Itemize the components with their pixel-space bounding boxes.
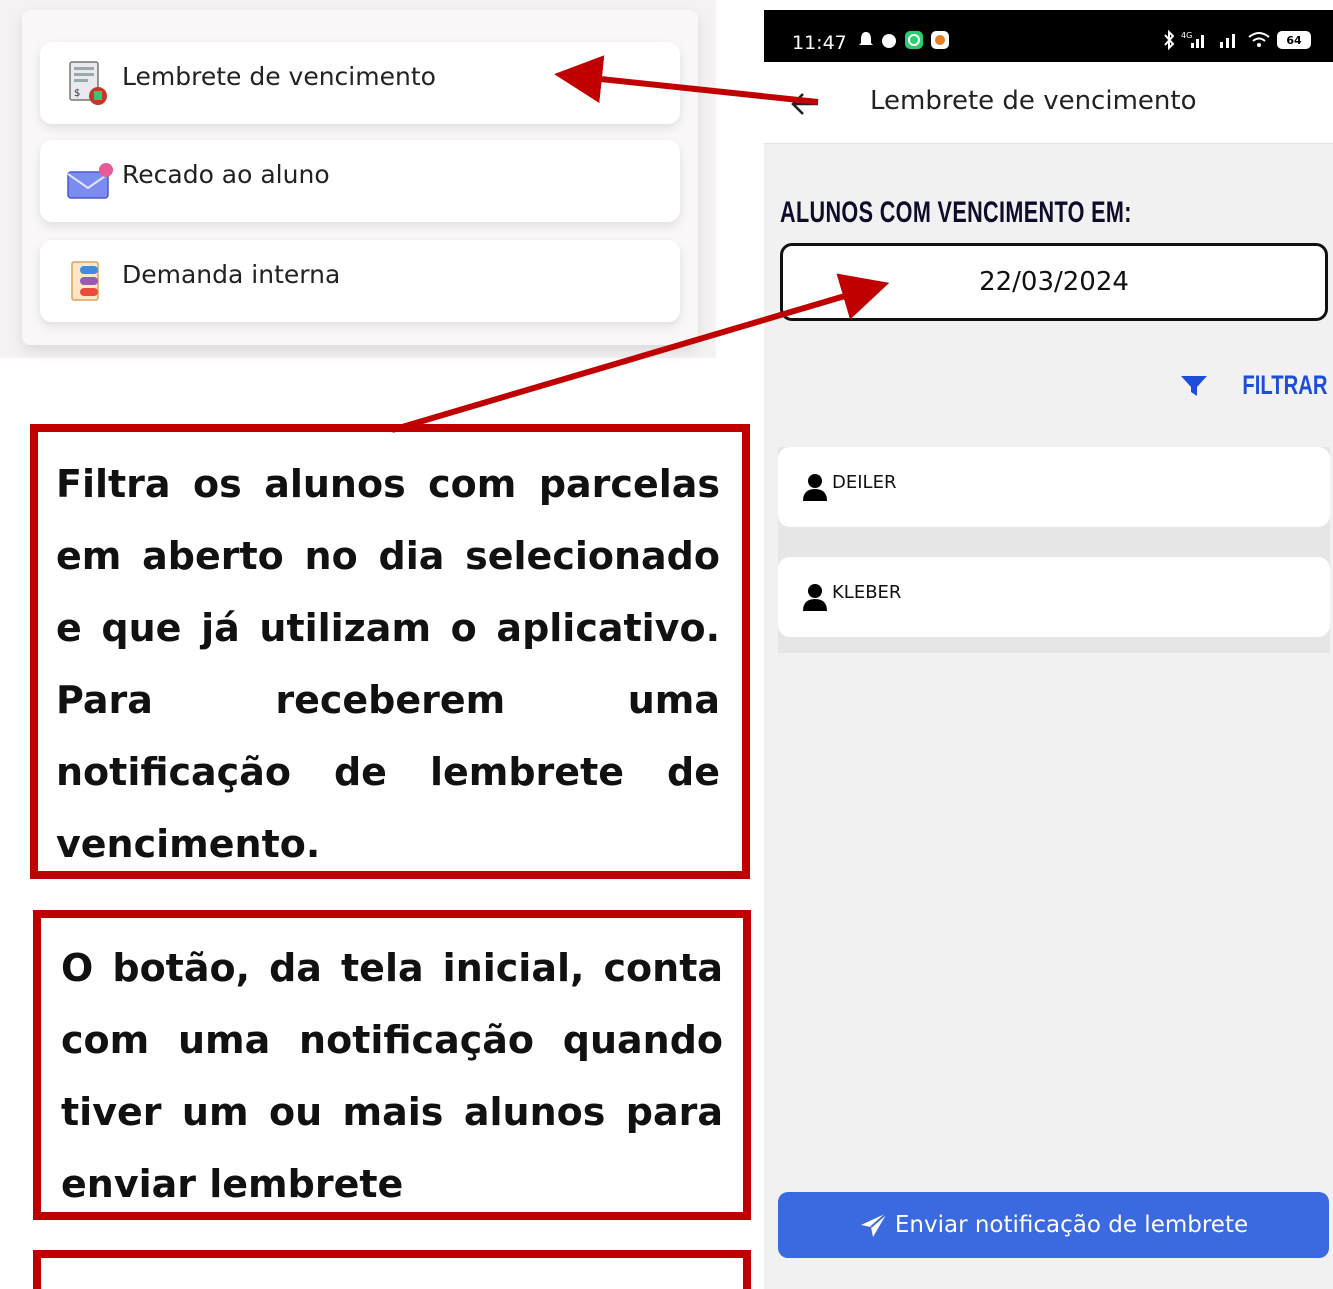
annotation-line: com uma notificação quando	[61, 1018, 723, 1062]
status-left-icons	[858, 30, 950, 50]
due-date-heading: ALUNOS COM VENCIMENTO EM:	[780, 196, 1132, 229]
annotation-filter-explanation: Filtra os alunos com parcelas em aberto …	[30, 424, 750, 879]
signal-icon	[1220, 34, 1235, 48]
wifi-icon	[1248, 32, 1270, 47]
annotation-box-partial	[33, 1250, 751, 1289]
send-icon	[860, 1212, 888, 1237]
menu-item-lembrete-vencimento[interactable]: $ Lembrete de vencimento	[40, 42, 680, 124]
student-list: DEILER KLEBER	[778, 447, 1330, 653]
person-icon	[803, 584, 827, 611]
student-name: DEILER	[832, 471, 897, 493]
whatsapp-icon	[905, 31, 923, 49]
person-icon	[803, 474, 827, 501]
alarm-icon	[882, 34, 896, 48]
app-bar: Lembrete de vencimento	[764, 62, 1333, 144]
annotation-home-button-explanation: O botão, da tela inicial, conta com uma …	[33, 910, 751, 1220]
due-date-value: 22/03/2024	[979, 267, 1129, 297]
app-icon	[931, 31, 949, 49]
menu-item-label: Recado ao aluno	[122, 159, 330, 189]
bluetooth-icon	[1164, 30, 1175, 50]
signal-4g-icon: 4G	[1181, 31, 1204, 48]
menu-item-recado-aluno[interactable]: Recado ao aluno	[40, 140, 680, 222]
annotation-line: vencimento.	[56, 822, 321, 866]
task-list-icon	[66, 256, 116, 306]
annotation-line: e que já utilizam o aplicativo.	[56, 606, 720, 650]
battery-icon: 64	[1277, 31, 1311, 49]
due-date-field[interactable]: 22/03/2024	[780, 243, 1328, 321]
annotation-line: tiver um ou mais alunos para	[61, 1090, 723, 1134]
annotation-line: Filtra os alunos com parcelas	[56, 462, 720, 506]
student-name: KLEBER	[832, 581, 902, 603]
annotation-line: notificação de lembrete de	[56, 750, 720, 794]
send-reminder-button[interactable]: Enviar notificação de lembrete	[778, 1192, 1329, 1258]
menu-item-demanda-interna[interactable]: Demanda interna	[40, 240, 680, 322]
annotation-line: O botão, da tela inicial, conta	[61, 946, 723, 990]
app-bar-title: Lembrete de vencimento	[870, 86, 1197, 116]
svg-text:4G: 4G	[1181, 31, 1192, 40]
status-right-icons: 4G 64	[1163, 30, 1311, 50]
svg-text:$: $	[74, 88, 80, 99]
menu-item-label: Lembrete de vencimento	[122, 61, 436, 91]
invoice-icon: $	[66, 58, 116, 108]
phone-screen: 11:47 4G 64 Lembrete de vencimento ALUNO…	[764, 10, 1333, 1289]
filter-label: FILTRAR	[1241, 370, 1327, 400]
funnel-icon	[1180, 375, 1207, 396]
student-row[interactable]: DEILER	[778, 447, 1330, 527]
status-bar: 11:47 4G 64	[764, 10, 1333, 62]
home-menu-panel: $ Lembrete de vencimento Recado ao aluno	[0, 0, 716, 358]
arrow-back-icon[interactable]	[790, 88, 820, 125]
student-row[interactable]: KLEBER	[778, 557, 1330, 637]
menu-item-label: Demanda interna	[122, 259, 341, 289]
envelope-icon	[66, 156, 116, 206]
status-time: 11:47	[792, 32, 847, 54]
send-reminder-label: Enviar notificação de lembrete	[894, 1212, 1249, 1238]
notification-bell-icon	[859, 32, 873, 45]
annotation-line: Para receberem uma	[56, 678, 720, 722]
annotation-line: enviar lembrete	[61, 1162, 404, 1206]
filter-button[interactable]: FILTRAR	[1180, 370, 1327, 401]
annotation-line: em aberto no dia selecionado	[56, 534, 720, 578]
